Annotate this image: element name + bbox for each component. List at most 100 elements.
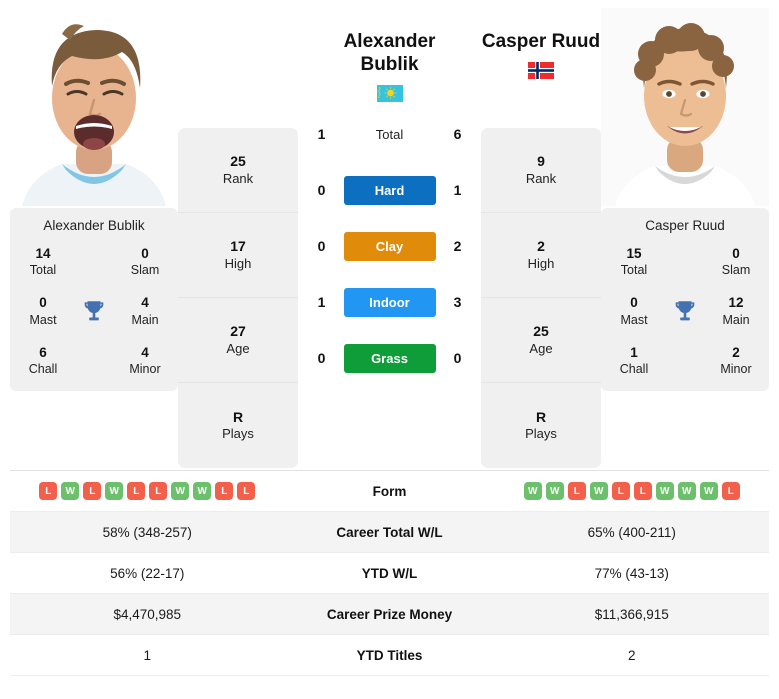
form-badge-loss[interactable]: L xyxy=(567,482,586,500)
left-titles-slam-value: 0 xyxy=(141,246,149,261)
h2h-indoor-right: 3 xyxy=(453,294,462,311)
h2h-row-total: 1 Total 6 xyxy=(298,106,481,162)
form-badge-win[interactable]: W xyxy=(523,482,542,500)
right-player-column: Casper Ruud 15 Total 0 Slam 0 Mast 12 Ma… xyxy=(601,8,769,391)
left-titles-total-value: 14 xyxy=(35,246,51,261)
right-titles-chall-value: 1 xyxy=(630,344,638,360)
table-label-career-prize-money: Career Prize Money xyxy=(326,606,453,622)
left-stat-rank: 25 Rank xyxy=(178,128,298,213)
right-titles-chall: 1 Chall xyxy=(605,344,663,377)
table-row-form: LWLWLLWWLL Form WWLWLLWWWL xyxy=(10,471,769,512)
right-titles-minor-label: Minor xyxy=(720,361,752,376)
right-stat-age-label: Age xyxy=(529,340,553,356)
right-stat-high: 2 High xyxy=(481,213,601,298)
right-player-photo-image xyxy=(601,8,769,206)
table-label-ytd-wl: YTD W/L xyxy=(361,565,418,581)
left-player-namebox: Alexander Bublik 14 Total 0 Slam 0 Mast xyxy=(10,208,178,391)
form-badge-win[interactable]: W xyxy=(677,482,696,500)
right-titles-main: 12 Main xyxy=(707,294,765,327)
left-titles-main-value: 4 xyxy=(141,295,149,311)
surface-badge-grass[interactable]: Grass xyxy=(343,343,436,373)
right-titles-slam-value: 0 xyxy=(732,246,740,261)
h2h-total-right: 6 xyxy=(453,126,462,143)
form-badge-loss[interactable]: L xyxy=(721,482,740,500)
left-player-column: Alexander Bublik 14 Total 0 Slam 0 Mast xyxy=(10,8,178,391)
right-player-titles-grid: 15 Total 0 Slam 0 Mast 12 Main 1 Chall 2… xyxy=(605,245,765,377)
left-titles-minor-label: Minor xyxy=(129,361,161,376)
left-titles-chall-value: 6 xyxy=(39,344,47,360)
form-badge-win[interactable]: W xyxy=(193,482,212,500)
right-player-form-badges: WWLWLLWWWL xyxy=(495,482,770,500)
table-row-career-prize-money: $4,470,985 Career Prize Money $11,366,91… xyxy=(10,594,769,635)
form-badge-win[interactable]: W xyxy=(699,482,718,500)
comparison-stats-table: LWLWLLWWLL Form WWLWLLWWWL 58% (348-257)… xyxy=(10,470,769,676)
h2h-hard-left: 0 xyxy=(317,182,326,199)
form-badge-win[interactable]: W xyxy=(545,482,564,500)
left-titles-chall: 6 Chall xyxy=(14,344,72,377)
form-badge-win[interactable]: W xyxy=(589,482,608,500)
head-to-head-rows: 1 Total 6 0 Hard 1 0 Clay 2 1 Indoor 3 0… xyxy=(298,106,481,386)
left-titles-chall-label: Chall xyxy=(28,361,58,376)
form-badge-loss[interactable]: L xyxy=(127,482,146,500)
left-titles-mast-value: 0 xyxy=(39,295,47,311)
h2h-clay-badge-wrap: Clay xyxy=(343,231,436,261)
form-badge-loss[interactable]: L xyxy=(215,482,234,500)
h2h-clay-left: 0 xyxy=(317,238,326,255)
form-badge-loss[interactable]: L xyxy=(611,482,630,500)
left-titles-total-label: Total xyxy=(29,263,57,278)
table-label-career-total-wl: Career Total W/L xyxy=(336,524,443,540)
left-ytd-wl: 56% (22-17) xyxy=(110,565,185,581)
right-stat-rank: 9 Rank xyxy=(481,128,601,213)
form-badge-loss[interactable]: L xyxy=(237,482,256,500)
trophy-icon-glyph xyxy=(84,301,104,321)
left-player-display-name: Alexander Bublik xyxy=(344,30,436,76)
form-badge-loss[interactable]: L xyxy=(39,482,58,500)
left-career-prize-money: $4,470,985 xyxy=(113,606,182,622)
right-titles-slam: 0 Slam xyxy=(707,245,765,278)
right-stat-age-value: 25 xyxy=(533,323,549,340)
right-stat-plays-value: R xyxy=(535,408,547,425)
form-badge-win[interactable]: W xyxy=(171,482,190,500)
surface-badge-clay[interactable]: Clay xyxy=(343,231,436,261)
form-badge-loss[interactable]: L xyxy=(149,482,168,500)
h2h-indoor-badge-wrap: Indoor xyxy=(343,287,436,317)
form-badge-win[interactable]: W xyxy=(61,482,80,500)
right-stat-age: 25 Age xyxy=(481,298,601,383)
head-to-head-left: Alexander Bublik 1 Total 6 0 Hard 1 0 Cl… xyxy=(298,8,481,386)
right-ytd-wl: 77% (43-13) xyxy=(594,565,669,581)
right-stat-high-value: 2 xyxy=(537,238,545,255)
left-stat-high-label: High xyxy=(224,255,252,271)
surface-badge-hard[interactable]: Hard xyxy=(343,175,436,205)
left-player-display-name-line2: Bublik xyxy=(360,54,419,76)
left-player-photo-image xyxy=(10,8,178,206)
left-player-name: Alexander Bublik xyxy=(43,218,145,233)
right-titles-total: 15 Total xyxy=(605,245,663,278)
form-badge-loss[interactable]: L xyxy=(83,482,102,500)
left-stat-plays-value: R xyxy=(232,408,244,425)
surface-badge-indoor[interactable]: Indoor xyxy=(343,287,436,317)
right-stat-plays: R Plays xyxy=(481,383,601,468)
trophy-icon xyxy=(72,298,116,324)
left-player-display-name-line1: Alexander xyxy=(343,31,436,52)
right-ytd-titles: 2 xyxy=(627,647,636,663)
left-ytd-titles: 1 xyxy=(143,647,151,663)
right-stat-rank-label: Rank xyxy=(525,170,557,186)
h2h-hard-badge-wrap: Hard xyxy=(343,175,436,205)
h2h-clay-right: 2 xyxy=(453,238,462,255)
right-titles-slam-label: Slam xyxy=(721,263,751,278)
left-stat-age: 27 Age xyxy=(178,298,298,383)
right-titles-chall-label: Chall xyxy=(619,361,649,376)
right-player-name-block: Casper Ruud xyxy=(466,30,616,80)
right-career-total-wl: 65% (400-211) xyxy=(587,524,676,540)
form-badge-win[interactable]: W xyxy=(105,482,124,500)
table-row-ytd-titles: 1 YTD Titles 2 xyxy=(10,635,769,676)
left-stat-plays: R Plays xyxy=(178,383,298,468)
norway-flag xyxy=(466,62,616,80)
left-titles-mast: 0 Mast xyxy=(14,294,72,327)
form-badge-loss[interactable]: L xyxy=(633,482,652,500)
right-stat-plays-label: Plays xyxy=(525,426,557,442)
norway-flag-glyph xyxy=(528,62,554,80)
left-player-form-badges: LWLWLLWWLL xyxy=(10,482,285,500)
form-badge-win[interactable]: W xyxy=(655,482,674,500)
trophy-icon-glyph xyxy=(675,301,695,321)
